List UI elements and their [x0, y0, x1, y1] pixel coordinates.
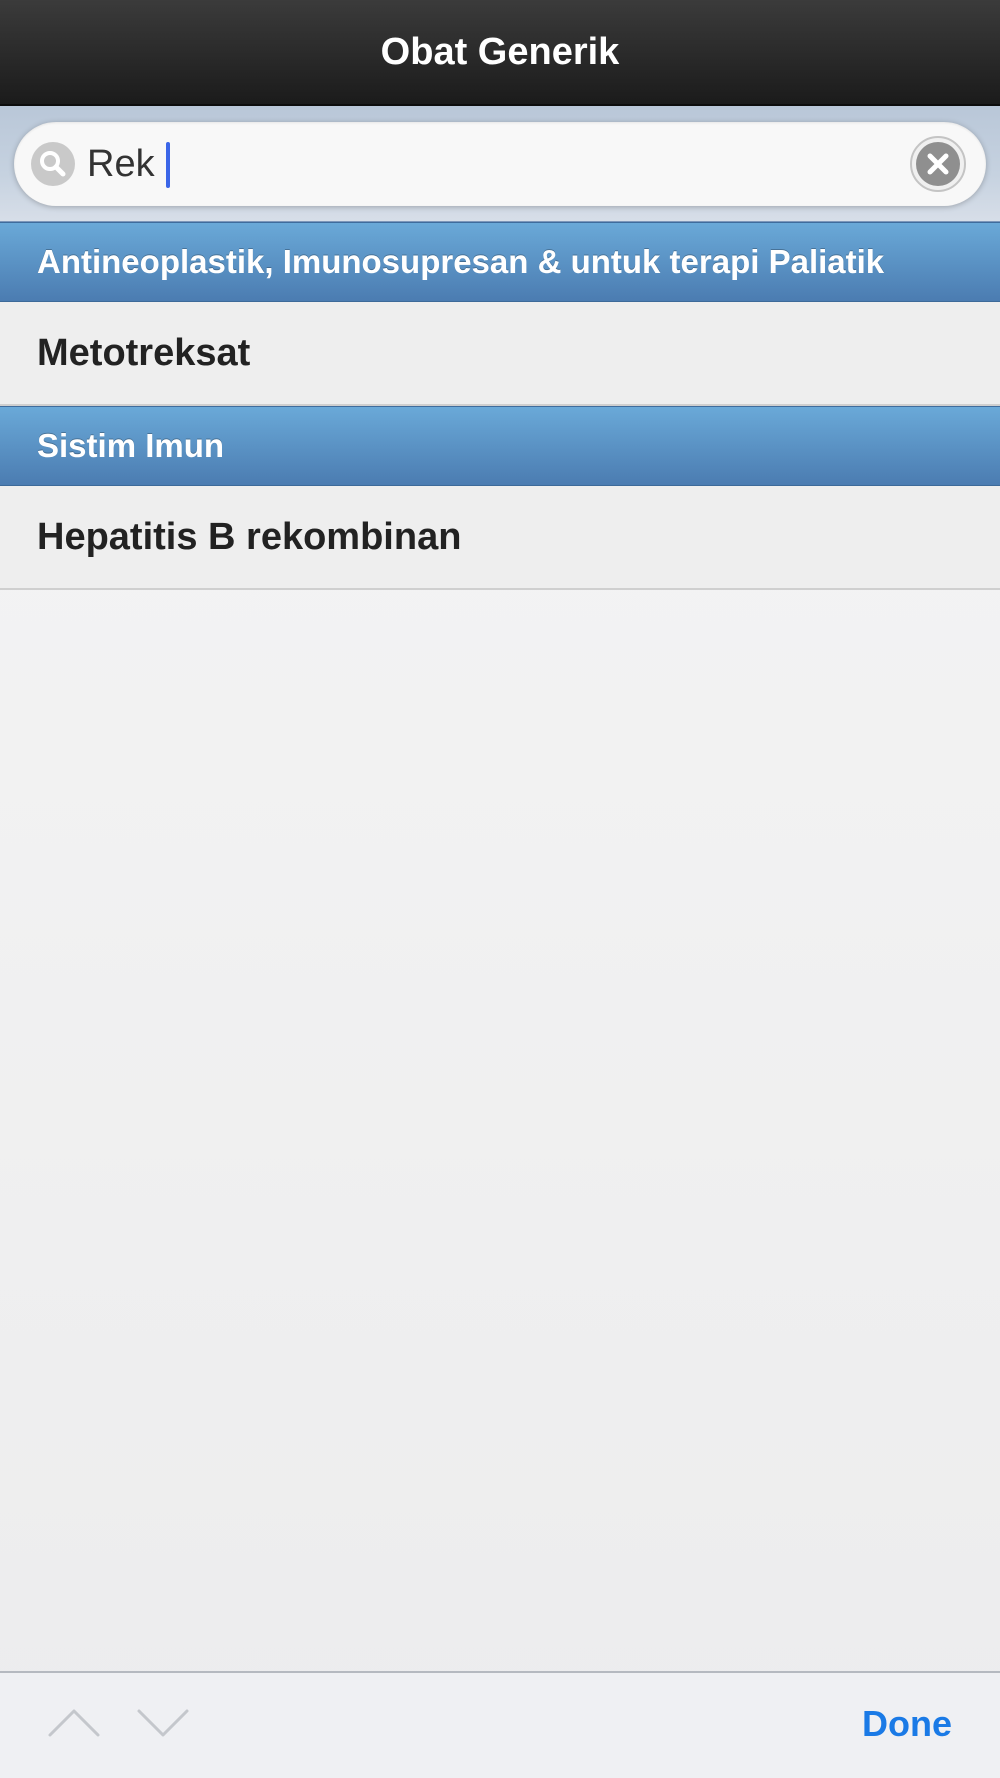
keyboard-toolbar: Done: [0, 1671, 1000, 1778]
navigation-bar: Obat Generik: [0, 0, 1000, 106]
search-icon: [31, 142, 75, 186]
clear-icon: [916, 142, 960, 186]
text-cursor: [166, 142, 170, 188]
list-item-metotreksat[interactable]: Metotreksat: [0, 302, 1000, 406]
page-title: Obat Generik: [380, 30, 620, 73]
done-button[interactable]: Done: [862, 1703, 952, 1745]
search-input[interactable]: [87, 134, 867, 194]
clear-search-button[interactable]: [910, 136, 966, 192]
list-item-hepatitis-b-rekombinan[interactable]: Hepatitis B rekombinan: [0, 486, 1000, 590]
search-field[interactable]: [14, 122, 986, 206]
chevron-down-icon[interactable]: [135, 1703, 191, 1743]
chevron-up-icon[interactable]: [46, 1703, 102, 1743]
section-header-antineoplastik: Antineoplastik, Imunosupresan & untuk te…: [0, 222, 1000, 302]
section-header-sistim-imun: Sistim Imun: [0, 406, 1000, 486]
search-bar: [0, 106, 1000, 222]
